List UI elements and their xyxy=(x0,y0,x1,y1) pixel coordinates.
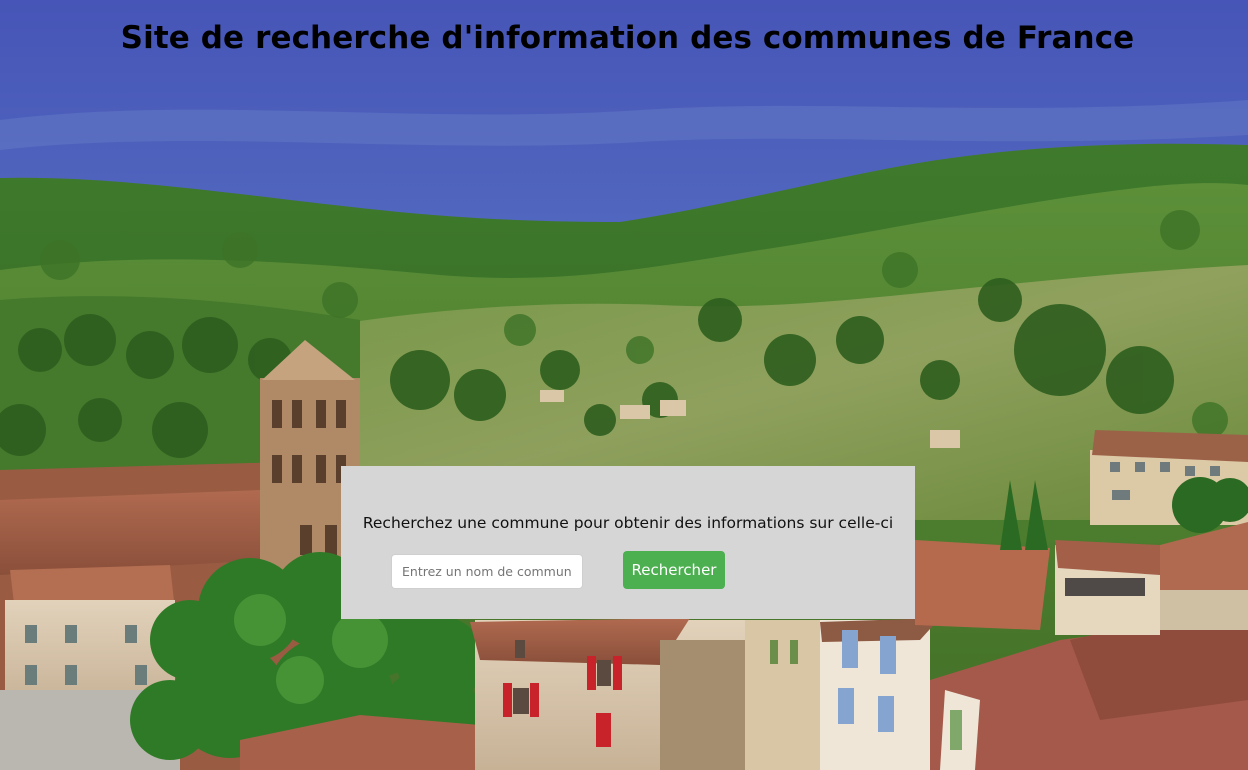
commune-search-input[interactable] xyxy=(391,554,583,589)
village-landscape-background xyxy=(0,0,1248,770)
page-title: Site de recherche d'information des comm… xyxy=(120,20,1135,56)
search-prompt: Recherchez une commune pour obtenir des … xyxy=(362,514,894,532)
search-panel: Recherchez une commune pour obtenir des … xyxy=(341,466,915,619)
page: Site de recherche d'information des comm… xyxy=(0,0,1248,770)
search-button[interactable]: Rechercher xyxy=(623,551,725,589)
